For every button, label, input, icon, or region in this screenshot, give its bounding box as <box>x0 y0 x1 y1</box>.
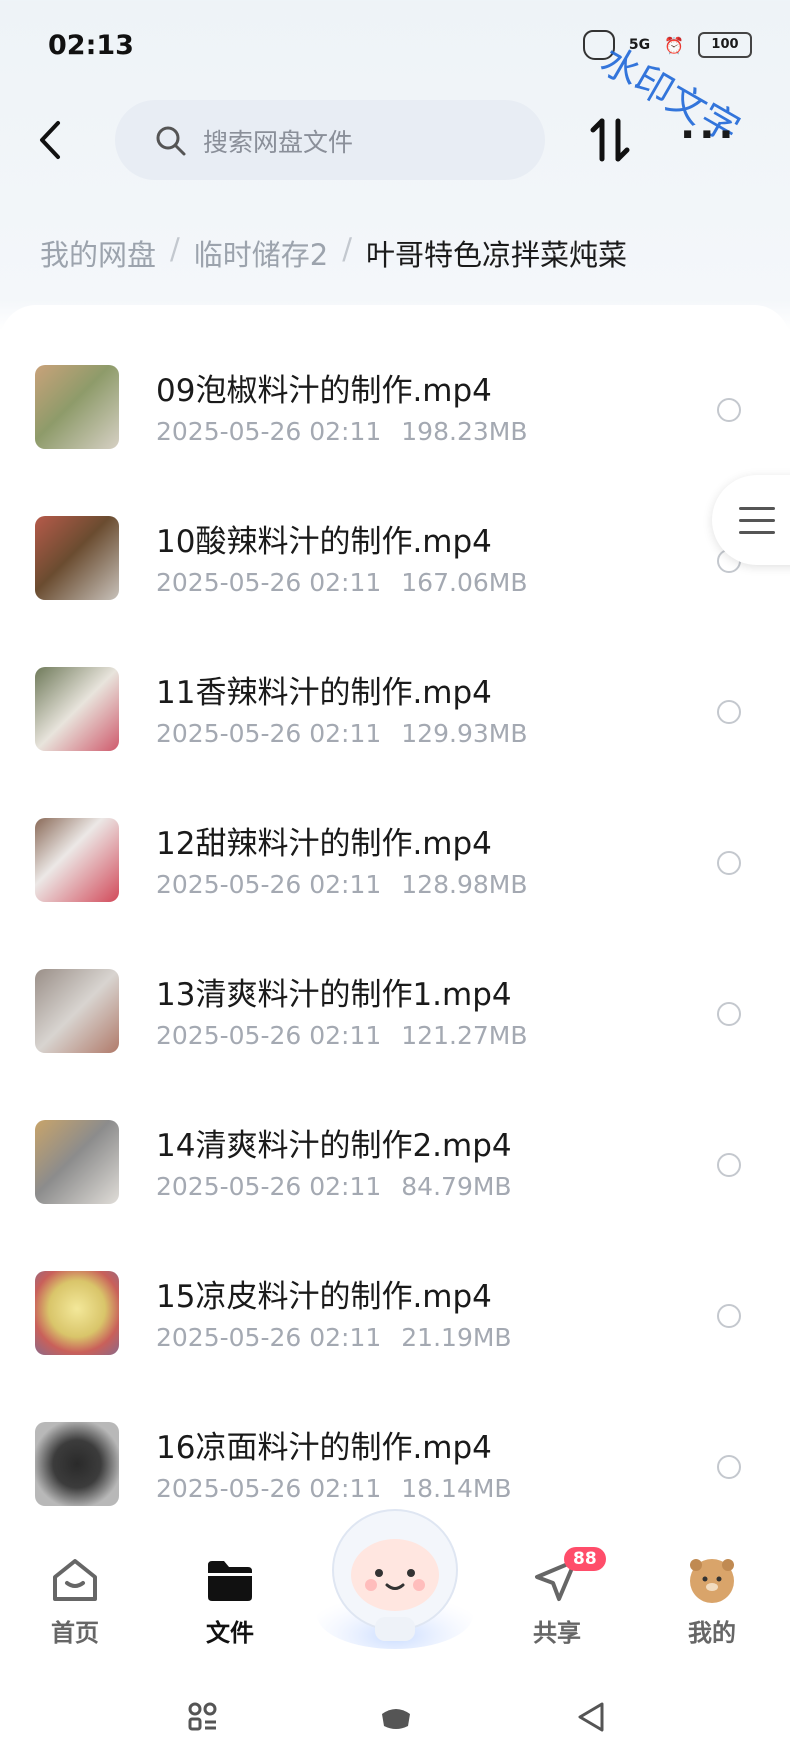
file-meta: 2025-05-26 02:11 121.27MB <box>156 1021 527 1050</box>
search-input[interactable]: 搜索网盘文件 <box>115 100 545 180</box>
breadcrumb: 我的网盘 / 临时储存2 / 叶哥特色凉拌菜炖菜 <box>40 232 627 274</box>
select-radio[interactable] <box>717 1002 741 1026</box>
file-date: 2025-05-26 02:11 <box>156 1474 382 1503</box>
file-name: 10酸辣料汁的制作.mp4 <box>156 524 492 560</box>
file-meta: 2025-05-26 02:11 21.19MB <box>156 1323 512 1352</box>
tab-share-label: 共享 <box>533 1619 581 1647</box>
file-name: 12甜辣料汁的制作.mp4 <box>156 826 492 862</box>
file-size: 121.27MB <box>401 1021 528 1050</box>
file-row[interactable]: 13清爽料汁的制作1.mp4 2025-05-26 02:11 121.27MB <box>0 909 790 1059</box>
back-gesture-icon[interactable] <box>574 1700 608 1734</box>
select-radio[interactable] <box>717 1455 741 1479</box>
file-date: 2025-05-26 02:11 <box>156 719 382 748</box>
tab-files-label: 文件 <box>206 1619 254 1647</box>
breadcrumb-separator: / <box>170 232 180 266</box>
file-meta: 2025-05-26 02:11 18.14MB <box>156 1474 512 1503</box>
file-name: 09泡椒料汁的制作.mp4 <box>156 373 492 409</box>
file-meta: 2025-05-26 02:11 128.98MB <box>156 870 527 899</box>
breadcrumb-separator: / <box>342 232 353 266</box>
file-size: 18.14MB <box>401 1474 512 1503</box>
tab-mine[interactable]: 我的 <box>657 1555 767 1648</box>
tab-home-label: 首页 <box>51 1619 99 1647</box>
file-row[interactable]: 09泡椒料汁的制作.mp4 2025-05-26 02:11 198.23MB <box>0 305 790 455</box>
select-radio[interactable] <box>717 1304 741 1328</box>
video-thumbnail <box>35 1120 119 1204</box>
back-arrow-icon <box>40 121 60 159</box>
file-row[interactable]: 14清爽料汁的制作2.mp4 2025-05-26 02:11 84.79MB <box>0 1060 790 1210</box>
file-row[interactable]: 10酸辣料汁的制作.mp4 2025-05-26 02:11 167.06MB <box>0 456 790 606</box>
file-list: 09泡椒料汁的制作.mp4 2025-05-26 02:11 198.23MB 1… <box>0 305 790 1545</box>
file-date: 2025-05-26 02:11 <box>156 1021 382 1050</box>
tab-share[interactable]: 88 共享 <box>502 1547 612 1648</box>
file-name: 16凉面料汁的制作.mp4 <box>156 1430 492 1466</box>
file-row[interactable]: 16凉面料汁的制作.mp4 2025-05-26 02:11 18.14MB <box>0 1362 790 1512</box>
breadcrumb-item-root[interactable]: 我的网盘 <box>40 232 156 274</box>
file-date: 2025-05-26 02:11 <box>156 870 382 899</box>
file-size: 84.79MB <box>401 1172 512 1201</box>
file-date: 2025-05-26 02:11 <box>156 568 382 597</box>
avatar-icon <box>690 1559 734 1603</box>
back-button[interactable] <box>30 115 72 165</box>
system-nav-bar <box>0 1675 790 1764</box>
breadcrumb-item-current: 叶哥特色凉拌菜炖菜 <box>366 238 628 272</box>
mascot-icon <box>317 1509 473 1649</box>
video-thumbnail <box>35 1422 119 1506</box>
sort-icon <box>590 118 630 162</box>
file-size: 129.93MB <box>401 719 528 748</box>
share-badge: 88 <box>564 1547 606 1571</box>
file-size: 128.98MB <box>401 870 528 899</box>
video-thumbnail <box>35 969 119 1053</box>
video-thumbnail <box>35 365 119 449</box>
folder-icon <box>208 1561 252 1601</box>
menu-line <box>739 507 775 510</box>
select-radio[interactable] <box>717 1153 741 1177</box>
video-thumbnail <box>35 667 119 751</box>
more-options-button[interactable]: ··· <box>680 115 738 155</box>
file-date: 2025-05-26 02:11 <box>156 1172 382 1201</box>
alarm-icon: ⏰ <box>664 35 684 55</box>
home-gesture-icon[interactable] <box>378 1700 414 1734</box>
file-row[interactable]: 15凉皮料汁的制作.mp4 2025-05-26 02:11 21.19MB <box>0 1211 790 1361</box>
file-meta: 2025-05-26 02:11 129.93MB <box>156 719 527 748</box>
video-thumbnail <box>35 818 119 902</box>
file-date: 2025-05-26 02:11 <box>156 1323 382 1352</box>
file-name: 13清爽料汁的制作1.mp4 <box>156 977 512 1013</box>
file-name: 11香辣料汁的制作.mp4 <box>156 675 492 711</box>
file-row[interactable]: 11香辣料汁的制作.mp4 2025-05-26 02:11 129.93MB <box>0 607 790 757</box>
file-meta: 2025-05-26 02:11 198.23MB <box>156 417 527 446</box>
assistant-mascot-button[interactable] <box>315 1505 475 1650</box>
file-date: 2025-05-26 02:11 <box>156 417 382 446</box>
tab-home[interactable]: 首页 <box>20 1555 130 1648</box>
file-size: 21.19MB <box>401 1323 512 1352</box>
sort-button[interactable] <box>585 115 635 165</box>
menu-line <box>739 519 775 522</box>
video-thumbnail <box>35 516 119 600</box>
select-radio[interactable] <box>717 700 741 724</box>
recent-apps-icon[interactable] <box>186 1700 220 1734</box>
breadcrumb-item-parent[interactable]: 临时储存2 <box>194 232 328 274</box>
search-placeholder: 搜索网盘文件 <box>203 128 354 157</box>
select-radio[interactable] <box>717 851 741 875</box>
file-row[interactable]: 12甜辣料汁的制作.mp4 2025-05-26 02:11 128.98MB <box>0 758 790 908</box>
file-meta: 2025-05-26 02:11 84.79MB <box>156 1172 512 1201</box>
file-name: 14清爽料汁的制作2.mp4 <box>156 1128 512 1164</box>
file-meta: 2025-05-26 02:11 167.06MB <box>156 568 527 597</box>
video-thumbnail <box>35 1271 119 1355</box>
tab-files[interactable]: 文件 <box>175 1555 285 1648</box>
file-size: 198.23MB <box>401 417 528 446</box>
status-time: 02:13 <box>48 30 134 61</box>
menu-line <box>739 531 775 534</box>
file-name: 15凉皮料汁的制作.mp4 <box>156 1279 492 1315</box>
search-icon <box>156 126 186 156</box>
select-radio[interactable] <box>717 398 741 422</box>
battery-icon: 100 <box>698 32 752 58</box>
home-icon <box>53 1559 97 1601</box>
file-size: 167.06MB <box>401 568 528 597</box>
tab-mine-label: 我的 <box>688 1619 736 1647</box>
top-bar: 搜索网盘文件 ··· <box>0 95 790 195</box>
